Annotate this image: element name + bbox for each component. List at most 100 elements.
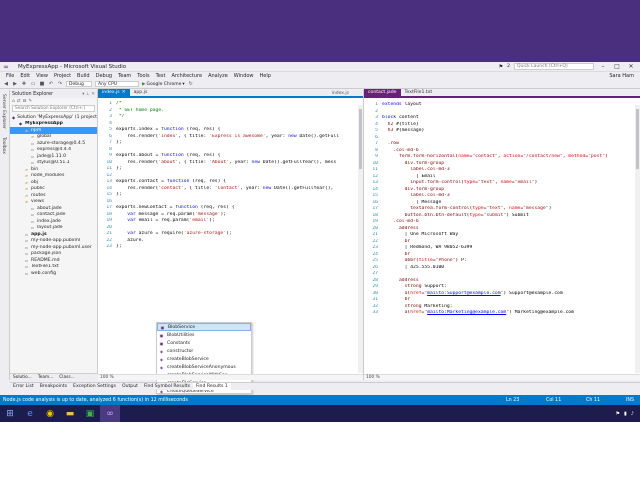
folder-icon: ▰ (24, 166, 29, 172)
zoom-level[interactable]: 100 % (364, 374, 640, 380)
maximize-button[interactable]: □ (612, 63, 622, 70)
tree-item-label: README.md (31, 257, 60, 263)
tree-item-label: obj (31, 179, 39, 185)
tab-find-symbol-results[interactable]: Find Symbol Results (141, 383, 193, 390)
tab-find-results-1[interactable]: Find Results 1 (192, 383, 231, 390)
file-explorer-icon[interactable]: ▬ (60, 405, 80, 422)
windows-taskbar: ⊞ e ◉ ▬ ▣ ∞ ⚑ ▮ ♪ (0, 405, 640, 422)
folder-icon: ▰ (30, 134, 35, 140)
vertical-scrollbar[interactable] (635, 105, 640, 373)
tab-exception-settings[interactable]: Exception Settings (70, 383, 119, 390)
new-project-icon[interactable]: ✚ (21, 81, 27, 87)
completion-item[interactable]: ▣ BlobService (157, 323, 251, 331)
sync-icon[interactable]: ⇄ (17, 99, 21, 104)
system-tray: ⚑ ▮ ♪ (616, 411, 640, 417)
solution-explorer-panel: Solution Explorer ▾ ⊥ ✕ ⌂ ⇄ ⊟ ✎ Search S… (10, 90, 98, 373)
completion-item[interactable]: ▣ Constants (157, 339, 251, 347)
minimize-button[interactable]: – (598, 63, 608, 70)
menu-help[interactable]: Help (257, 73, 274, 79)
internet-explorer-icon[interactable]: e (20, 405, 40, 422)
panel-pin-icon[interactable]: ▾ ⊥ ✕ (82, 92, 97, 97)
menu-build[interactable]: Build (74, 73, 93, 79)
run-button[interactable]: ▶ Google Chrome ▾ (142, 82, 185, 87)
tab-textfile1[interactable]: TextFile1.txt (401, 89, 437, 96)
status-bar: Node.js code analysis is up to date, ana… (0, 395, 640, 405)
volume-icon[interactable]: ♪ (631, 411, 634, 417)
home-icon[interactable]: ⌂ (12, 99, 15, 104)
quick-launch-input[interactable]: Quick Launch (Ctrl+Q) (514, 63, 594, 70)
visual-studio-icon[interactable]: ∞ (100, 405, 120, 422)
menu-project[interactable]: Project (51, 73, 74, 79)
tree-item[interactable]: ▫ my-node-app.pubxml.user (10, 244, 97, 251)
open-folder-icon[interactable]: ▭ (30, 81, 36, 87)
flag-icon[interactable]: ⚑ (616, 411, 620, 417)
menu-tools[interactable]: Tools (134, 73, 152, 79)
config-select[interactable]: Debug (66, 81, 92, 87)
menu-team[interactable]: Team (115, 73, 134, 79)
forward-icon[interactable]: ▶ (12, 81, 18, 87)
save-icon[interactable]: ■ (39, 81, 45, 87)
status-insert-mode: INS (626, 397, 635, 403)
standard-toolbar: ◀ ▶ ✚ ▭ ■ ↶ ↷ Debug Any CPU ▶ Google Chr… (0, 80, 640, 89)
solution-tree: ◆ Solution 'MyExpressApp' (1 project) ◆ MyE… (10, 112, 97, 277)
menu-architecture[interactable]: Architecture (168, 73, 205, 79)
completion-item[interactable]: ◈ createBlobService (157, 355, 251, 363)
notification-flag-icon[interactable]: ⚑ (499, 64, 503, 70)
menu-file[interactable]: File (3, 73, 17, 79)
store-icon[interactable]: ▣ (80, 405, 100, 422)
tree-item[interactable]: ◆ Solution 'MyExpressApp' (1 project) (10, 114, 97, 121)
menu-edit[interactable]: Edit (17, 73, 33, 79)
menu-window[interactable]: Window (231, 73, 257, 79)
menu-view[interactable]: View (33, 73, 51, 79)
menu-analyze[interactable]: Analyze (205, 73, 231, 79)
completion-item[interactable]: ▣ BlobUtilities (157, 331, 251, 339)
editor-pane-left: index.js ✕ app.js index.js 1/* 2 * GET ho… (98, 89, 364, 394)
vertical-scrollbar[interactable] (358, 105, 363, 373)
server-explorer-tab[interactable]: Server Explorer (0, 90, 7, 133)
solution-explorer-toolbar: ⌂ ⇄ ⊟ ✎ (10, 98, 97, 105)
collapse-icon[interactable]: ⊟ (23, 99, 27, 104)
method-icon: ◈ (159, 364, 164, 370)
folder-icon: ▰ (24, 127, 29, 133)
platform-select[interactable]: Any CPU (95, 81, 139, 87)
tab-app-js[interactable]: app.js (130, 89, 152, 96)
properties-icon[interactable]: ✎ (28, 99, 32, 104)
completion-item[interactable]: ◈ createBlobServiceAnonymous (157, 363, 251, 371)
chrome-icon[interactable]: ◉ (40, 405, 60, 422)
tab-error-list[interactable]: Error List (10, 383, 37, 390)
back-icon[interactable]: ◀ (3, 81, 9, 87)
file-icon: ▫ (31, 212, 34, 218)
completion-item[interactable]: ◈ constructor (157, 347, 251, 355)
start-windows-icon[interactable]: ⊞ (0, 405, 20, 422)
class-icon: ▣ (159, 332, 164, 338)
tab-index-js[interactable]: index.js ✕ (98, 89, 130, 96)
tab-solution-explorer[interactable]: Solutio... (10, 374, 35, 380)
scroll-thumb[interactable] (359, 109, 362, 169)
play-icon: ▶ (142, 81, 146, 87)
toolbox-tab[interactable]: Toolbox (0, 133, 7, 158)
tab-output[interactable]: Output (119, 383, 141, 390)
tree-item-label: my-node-app.pubxml.user (31, 244, 92, 250)
close-icon[interactable]: ✕ (122, 90, 126, 95)
file-icon: ▫ (25, 257, 28, 263)
code-view-index-js[interactable]: 1/* 2 * GET home page. 3 */ 4 5 exports.i… (98, 98, 363, 251)
menu-test[interactable]: Test (153, 73, 169, 79)
refresh-icon[interactable]: ↻ (188, 81, 194, 87)
network-icon[interactable]: ▮ (624, 411, 627, 417)
scroll-thumb[interactable] (636, 109, 639, 169)
close-button[interactable]: ✕ (626, 63, 636, 70)
zoom-level[interactable]: 100 % (98, 374, 363, 380)
user-name[interactable]: Sara Ham (609, 73, 640, 79)
tree-item[interactable]: ▫ web.config (10, 270, 97, 277)
code-view-contact-jade[interactable]: 1 extends layout 2 3 block content 4 h2 #{… (364, 98, 640, 317)
tab-breakpoints[interactable]: Breakpoints (37, 383, 70, 390)
undo-icon[interactable]: ↶ (48, 81, 54, 87)
completion-label: createBlobServiceAnonymous (167, 364, 236, 370)
menu-debug[interactable]: Debug (93, 73, 115, 79)
tab-class-view[interactable]: Class... (56, 374, 77, 380)
solution-search-input[interactable]: Search Solution Explorer (Ctrl+;) (12, 105, 95, 112)
redo-icon[interactable]: ↷ (57, 81, 63, 87)
tab-contact-jade[interactable]: contact.jade (364, 89, 401, 96)
tab-team-explorer[interactable]: Team... (35, 374, 56, 380)
file-icon: ▫ (25, 251, 28, 257)
